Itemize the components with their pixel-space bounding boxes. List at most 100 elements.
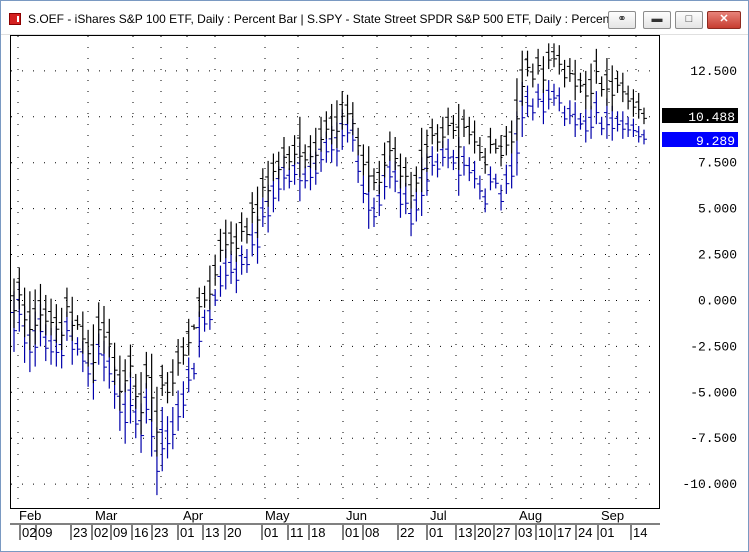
price-bar [148,353,155,422]
price-bar [42,294,49,336]
price-bar [164,416,171,459]
link-button[interactable]: ⚭ [608,11,636,29]
price-bar [588,105,595,139]
price-bar [614,111,621,132]
price-bar [249,223,256,257]
price-bar [609,65,616,112]
price-bar [212,289,219,306]
price-bar [545,80,552,110]
price-bar [127,372,134,424]
price-bar [32,289,39,345]
price-bar [461,146,467,176]
date-label: 11 [290,525,304,540]
x-axis-labels: Feb Mar Apr May Jun Jul Aug Sep02 09 23 02 09 16 23 01… [10,509,660,540]
date-label: 17 [557,525,571,540]
date-label: 01 [429,525,443,540]
y-tick-label: -10.000 [682,477,737,492]
price-bar [487,166,494,191]
date-label: 20 [227,525,241,540]
price-bar [461,109,467,138]
y-axis-labels: 12.50010.0007.5005.0002.5000.000-2.500-5… [662,64,738,492]
price-bar [529,63,536,88]
price-bar [529,98,536,121]
y-tick-label: -5.000 [690,385,737,400]
price-bar [302,166,309,189]
price-bar [344,94,351,125]
close-button[interactable]: ✕ [707,11,741,29]
price-bar [408,171,415,209]
price-bar [535,48,542,75]
y-axis[interactable]: 12.50010.0007.5005.0002.5000.000-2.500-5… [660,35,742,509]
price-bar [598,116,605,136]
price-bar [191,362,197,380]
price-bar [254,186,261,239]
price-bar [455,103,462,171]
price-bar [508,120,515,154]
price-bar [95,302,102,345]
date-label: 18 [311,525,325,540]
price-bar [508,153,515,189]
date-label: 23 [154,525,168,540]
price-bar [392,137,399,171]
price-bar [572,102,579,138]
price-bar [302,144,309,169]
minimize-icon: ▬ [651,13,663,25]
price-bar [101,305,107,354]
price-bar [228,250,235,284]
month-label: May [265,509,290,523]
price-bar [466,116,473,145]
price-bar [413,188,420,222]
x-axis[interactable]: Feb Mar Apr May Jun Jul Aug Sep 02 09 23 02 09 16 23 01… [10,509,660,543]
price-chart[interactable] [11,36,659,508]
price-bar [238,245,245,275]
month-label: Jul [430,509,447,523]
title-bar[interactable]: S.OEF - iShares S&P 100 ETF, Daily : Per… [1,1,748,35]
price-bar [540,56,547,93]
price-bar [572,59,579,101]
price-bar [191,324,197,330]
price-bar [159,364,166,396]
price-bar [498,135,505,167]
date-label: 10 [538,525,552,540]
price-bar [503,125,510,156]
price-bar [603,58,610,106]
price-bar [635,92,642,119]
y-tick-label: 0.000 [698,293,737,308]
price-bar [323,111,330,139]
price-bar [74,315,81,330]
maximize-button[interactable]: □ [675,11,703,29]
y-tick-label: 2.500 [698,248,737,263]
price-bar [625,85,632,110]
y-tick-label: -2.500 [690,339,737,354]
price-bar [397,153,404,189]
price-bar [333,100,340,149]
plot-area[interactable] [10,35,660,509]
price-bar [524,85,531,117]
price-bar [561,59,568,88]
price-bar [577,72,584,93]
price-bar [106,318,113,358]
price-bar [90,324,97,384]
price-bar [37,283,44,332]
price-bar [582,70,589,110]
date-label: 01 [345,525,359,540]
price-bar [185,318,192,356]
price-bar [402,182,409,215]
price-bar [381,142,388,178]
price-bar [577,113,584,130]
minimize-button[interactable]: ▬ [643,11,671,29]
last-value-label: 10.488 [688,110,735,125]
price-bar [111,342,118,385]
price-bar [492,138,499,154]
price-bar [418,127,425,193]
date-label: 20 [477,525,491,540]
price-bar [365,146,372,193]
date-label: 02 [94,525,108,540]
month-label: Aug [519,509,542,523]
price-bar [122,359,129,393]
price-bar [58,307,65,351]
y-tick-label: 7.500 [698,156,737,171]
price-bar [519,50,526,106]
y-tick-label: 12.500 [690,64,737,79]
price-bar [492,173,499,189]
